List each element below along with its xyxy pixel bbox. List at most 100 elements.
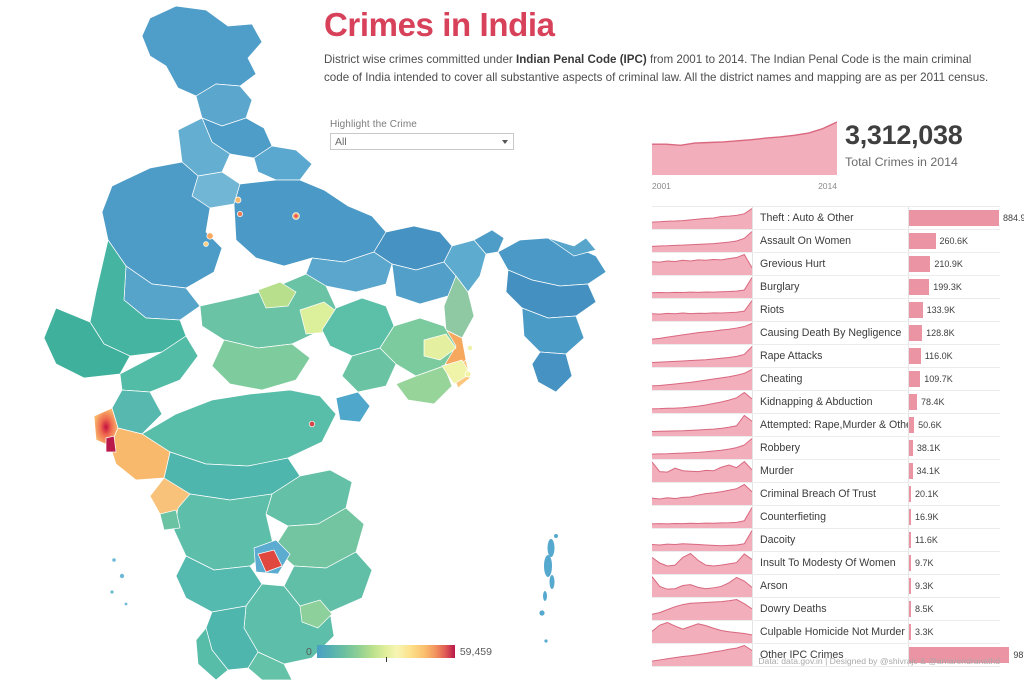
table-row[interactable]: Attempted: Rape,Murder & Others 50.6K bbox=[652, 414, 1000, 437]
crime-bar: 884.9K bbox=[909, 207, 1024, 229]
crime-bar-fill bbox=[909, 325, 923, 341]
crime-bar-fill bbox=[909, 348, 921, 364]
crime-value-label: 50.6K bbox=[918, 420, 942, 430]
footer-credits: Data: data.gov.in | Designed by @shivraj… bbox=[758, 656, 1000, 666]
crime-name: Murder bbox=[753, 460, 909, 482]
crime-name: Kidnapping & Abduction bbox=[753, 391, 909, 413]
crime-sparkline bbox=[652, 253, 753, 275]
trend-area-fill bbox=[652, 122, 837, 175]
crime-name: Assault On Women bbox=[753, 230, 909, 252]
crime-bar: 38.1K bbox=[909, 437, 1000, 459]
crime-value-label: 78.4K bbox=[921, 397, 945, 407]
legend-gradient-ramp bbox=[316, 645, 455, 662]
crime-value-label: 109.7K bbox=[924, 374, 953, 384]
crime-name: Burglary bbox=[753, 276, 909, 298]
legend-tick-marker bbox=[385, 657, 387, 662]
crime-value-label: 20.1K bbox=[915, 489, 939, 499]
table-row[interactable]: Criminal Breach Of Trust 20.1K bbox=[652, 483, 1000, 506]
crime-name: Causing Death By Negligence bbox=[753, 322, 909, 344]
crime-value-label: 199.3K bbox=[933, 282, 962, 292]
table-row[interactable]: Kidnapping & Abduction 78.4K bbox=[652, 391, 1000, 414]
india-choropleth-map[interactable]: 0 59,459 bbox=[0, 0, 648, 681]
description-emphasis: Indian Penal Code (IPC) bbox=[515, 52, 647, 66]
crime-name: Robbery bbox=[753, 437, 909, 459]
table-row[interactable]: Theft : Auto & Other 884.9K bbox=[652, 206, 1024, 230]
crime-bar: 8.5K bbox=[909, 598, 1000, 620]
crime-sparkline bbox=[652, 506, 753, 528]
trend-start-year: 2001 bbox=[652, 181, 671, 191]
table-row[interactable]: Dowry Deaths 8.5K bbox=[652, 598, 1000, 621]
crime-bar-fill bbox=[909, 394, 917, 410]
crime-value-label: 8.5K bbox=[915, 604, 934, 614]
crime-sparkline bbox=[652, 299, 753, 321]
crime-breakdown-table[interactable]: Theft : Auto & Other884.9KAssault On Wom… bbox=[652, 206, 1024, 667]
crime-value-label: 9.7K bbox=[915, 558, 934, 568]
total-crimes-kpi: 3,312,038 Total Crimes in 2014 bbox=[845, 122, 963, 170]
table-row[interactable]: Assault On Women 260.6K bbox=[652, 230, 1000, 253]
crime-bar: 199.3K bbox=[909, 276, 1000, 298]
crime-bar: 109.7K bbox=[909, 368, 1000, 390]
crime-bar: 133.9K bbox=[909, 299, 1000, 321]
table-row[interactable]: Burglary 199.3K bbox=[652, 276, 1000, 299]
legend-min-label: 0 bbox=[306, 645, 312, 658]
crime-sparkline bbox=[652, 437, 753, 459]
table-row[interactable]: Counterfieting 16.9K bbox=[652, 506, 1000, 529]
crime-name: Cheating bbox=[753, 368, 909, 390]
crime-sparkline bbox=[652, 345, 753, 367]
table-row[interactable]: Murder 34.1K bbox=[652, 460, 1000, 483]
crime-sparkline bbox=[652, 276, 753, 298]
page-description: District wise crimes committed under Ind… bbox=[324, 51, 992, 89]
crime-value-label: 128.8K bbox=[926, 328, 955, 338]
crime-bar-fill bbox=[909, 256, 931, 272]
table-row[interactable]: Riots 133.9K bbox=[652, 299, 1000, 322]
crime-sparkline bbox=[652, 391, 753, 413]
crime-value-label: 210.9K bbox=[934, 259, 963, 269]
map-svg[interactable] bbox=[0, 0, 648, 681]
crime-bar: 116.0K bbox=[909, 345, 1000, 367]
crime-name: Grevious Hurt bbox=[753, 253, 909, 275]
crime-bar: 260.6K bbox=[909, 230, 1000, 252]
table-row[interactable]: Robbery 38.1K bbox=[652, 437, 1000, 460]
table-row[interactable]: Cheating 109.7K bbox=[652, 368, 1000, 391]
table-row[interactable]: Dacoity 11.6K bbox=[652, 529, 1000, 552]
crime-bar: 9.3K bbox=[909, 575, 1000, 597]
total-trend-chart[interactable]: 2001 2014 bbox=[652, 120, 838, 191]
crime-sparkline bbox=[652, 552, 753, 574]
total-crimes-caption: Total Crimes in 2014 bbox=[845, 155, 958, 169]
trend-end-year: 2014 bbox=[818, 181, 837, 191]
page-title: Crimes in India bbox=[324, 6, 555, 43]
crime-sparkline bbox=[652, 598, 753, 620]
table-row[interactable]: Grevious Hurt 210.9K bbox=[652, 253, 1000, 276]
crime-select-value: All bbox=[335, 135, 347, 148]
table-row[interactable]: Causing Death By Negligence 128.8K bbox=[652, 322, 1000, 345]
crime-bar: 9.7K bbox=[909, 552, 1000, 574]
crime-bar: 50.6K bbox=[909, 414, 1000, 436]
crime-sparkline bbox=[652, 575, 753, 597]
crime-sparkline bbox=[652, 230, 753, 252]
table-row[interactable]: Insult To Modesty Of Women 9.7K bbox=[652, 552, 1000, 575]
crime-value-label: 16.9K bbox=[915, 512, 939, 522]
crime-value-label: 11.6K bbox=[915, 535, 938, 545]
crime-sparkline bbox=[652, 207, 753, 229]
crime-name: Counterfieting bbox=[753, 506, 909, 528]
crime-sparkline bbox=[652, 322, 753, 344]
table-row[interactable]: Culpable Homicide Not Murder 3.3K bbox=[652, 621, 1000, 644]
table-row[interactable]: Arson 9.3K bbox=[652, 575, 1000, 598]
crime-bar: 11.6K bbox=[909, 529, 1000, 551]
crime-name: Criminal Breach Of Trust bbox=[753, 483, 909, 505]
crime-name: Dacoity bbox=[753, 529, 909, 551]
crime-select-dropdown[interactable]: All bbox=[330, 133, 514, 150]
crime-sparkline bbox=[652, 529, 753, 551]
description-part-1: District wise crimes committed under bbox=[324, 52, 516, 66]
crime-sparkline bbox=[652, 483, 753, 505]
crime-sparkline bbox=[652, 460, 753, 482]
crime-value-label: 9.3K bbox=[915, 581, 934, 591]
crime-value-label: 987.0K bbox=[1013, 650, 1024, 660]
crime-value-label: 34.1K bbox=[916, 466, 941, 476]
crime-bar: 20.1K bbox=[909, 483, 1000, 505]
crime-bar: 34.1K bbox=[909, 460, 1000, 482]
crime-bar: 78.4K bbox=[909, 391, 1000, 413]
crime-bar-fill bbox=[909, 233, 936, 249]
table-row[interactable]: Rape Attacks 116.0K bbox=[652, 345, 1000, 368]
legend-max-label: 59,459 bbox=[459, 645, 492, 658]
